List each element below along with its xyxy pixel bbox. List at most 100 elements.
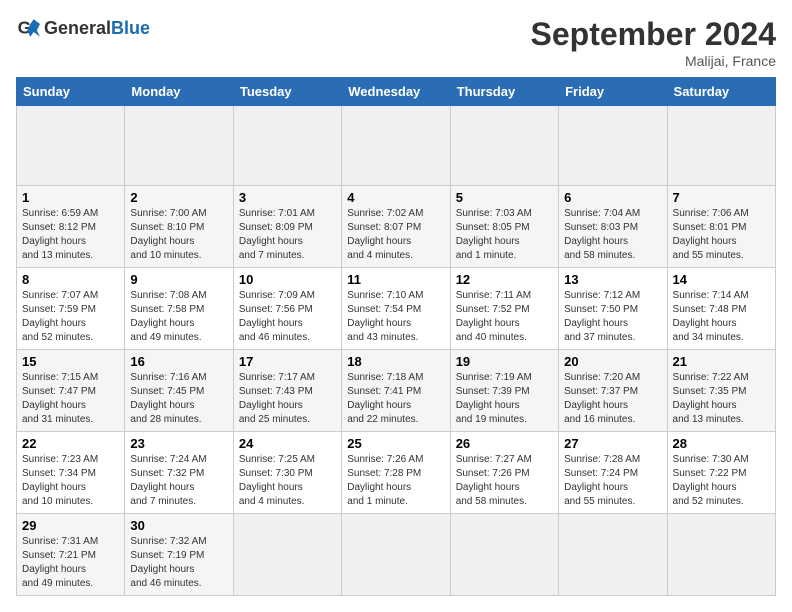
day-info: Sunrise: 7:30 AMSunset: 7:22 PMDaylight … [673, 453, 770, 509]
day-info: Sunrise: 7:26 AMSunset: 7:28 PMDaylight … [347, 453, 444, 509]
day-number: 10 [239, 272, 336, 287]
title-area: September 2024 Malijai, France [531, 16, 776, 69]
day-number: 15 [22, 354, 119, 369]
calendar-week-row: 8 Sunrise: 7:07 AMSunset: 7:59 PMDaylight… [17, 268, 776, 350]
day-number: 29 [22, 518, 119, 533]
day-info: Sunrise: 7:07 AMSunset: 7:59 PMDaylight … [22, 289, 119, 345]
month-title: September 2024 [531, 16, 776, 53]
day-number: 7 [673, 190, 770, 205]
day-info: Sunrise: 7:03 AMSunset: 8:05 PMDaylight … [456, 207, 553, 263]
day-info: Sunrise: 7:09 AMSunset: 7:56 PMDaylight … [239, 289, 336, 345]
day-number: 25 [347, 436, 444, 451]
calendar-cell: 21 Sunrise: 7:22 AMSunset: 7:35 PMDayligh… [667, 350, 775, 432]
calendar-cell [233, 514, 341, 596]
calendar-week-row: 15Sunrise: 7:15 AMSunset: 7:47 PMDayligh… [17, 350, 776, 432]
calendar-week-row: 1Sunrise: 6:59 AMSunset: 8:12 PMDaylight… [17, 186, 776, 268]
calendar-cell [559, 106, 667, 186]
day-info: Sunrise: 7:32 AMSunset: 7:19 PMDaylight … [130, 535, 227, 591]
day-info: Sunrise: 7:28 AMSunset: 7:24 PMDaylight … [564, 453, 661, 509]
calendar-cell: 16 Sunrise: 7:16 AMSunset: 7:45 PMDayligh… [125, 350, 233, 432]
calendar-cell [667, 514, 775, 596]
calendar-cell: 2Sunrise: 7:00 AMSunset: 8:10 PMDaylight… [125, 186, 233, 268]
day-info: Sunrise: 7:02 AMSunset: 8:07 PMDaylight … [347, 207, 444, 263]
calendar-week-row: 29 Sunrise: 7:31 AMSunset: 7:21 PMDayligh… [17, 514, 776, 596]
calendar-table: SundayMondayTuesdayWednesdayThursdayFrid… [16, 77, 776, 596]
day-number: 24 [239, 436, 336, 451]
day-number: 19 [456, 354, 553, 369]
day-info: Sunrise: 6:59 AMSunset: 8:12 PMDaylight … [22, 207, 119, 263]
calendar-cell: 4 Sunrise: 7:02 AMSunset: 8:07 PMDaylight… [342, 186, 450, 268]
calendar-cell: 8 Sunrise: 7:07 AMSunset: 7:59 PMDaylight… [17, 268, 125, 350]
calendar-cell: 14 Sunrise: 7:14 AMSunset: 7:48 PMDayligh… [667, 268, 775, 350]
day-number: 16 [130, 354, 227, 369]
weekday-header: Thursday [450, 78, 558, 106]
calendar-cell [342, 514, 450, 596]
calendar-cell: 1Sunrise: 6:59 AMSunset: 8:12 PMDaylight… [17, 186, 125, 268]
day-number: 4 [347, 190, 444, 205]
calendar-cell: 18Sunrise: 7:18 AMSunset: 7:41 PMDayligh… [342, 350, 450, 432]
calendar-cell: 15Sunrise: 7:15 AMSunset: 7:47 PMDayligh… [17, 350, 125, 432]
logo-icon: G [16, 16, 40, 40]
day-number: 3 [239, 190, 336, 205]
day-info: Sunrise: 7:01 AMSunset: 8:09 PMDaylight … [239, 207, 336, 263]
day-info: Sunrise: 7:22 AMSunset: 7:35 PMDaylight … [673, 371, 770, 427]
calendar-cell: 25 Sunrise: 7:26 AMSunset: 7:28 PMDayligh… [342, 432, 450, 514]
weekday-header: Saturday [667, 78, 775, 106]
day-number: 30 [130, 518, 227, 533]
day-number: 17 [239, 354, 336, 369]
day-info: Sunrise: 7:23 AMSunset: 7:34 PMDaylight … [22, 453, 119, 509]
calendar-cell: 12 Sunrise: 7:11 AMSunset: 7:52 PMDayligh… [450, 268, 558, 350]
day-number: 28 [673, 436, 770, 451]
calendar-cell: 30 Sunrise: 7:32 AMSunset: 7:19 PMDayligh… [125, 514, 233, 596]
logo-general-text: GeneralBlue [44, 18, 150, 39]
calendar-week-row: 22 Sunrise: 7:23 AMSunset: 7:34 PMDayligh… [17, 432, 776, 514]
calendar-cell [125, 106, 233, 186]
logo: G GeneralBlue [16, 16, 150, 40]
day-info: Sunrise: 7:06 AMSunset: 8:01 PMDaylight … [673, 207, 770, 263]
calendar-cell: 9 Sunrise: 7:08 AMSunset: 7:58 PMDaylight… [125, 268, 233, 350]
day-info: Sunrise: 7:20 AMSunset: 7:37 PMDaylight … [564, 371, 661, 427]
day-info: Sunrise: 7:24 AMSunset: 7:32 PMDaylight … [130, 453, 227, 509]
calendar-cell: 26 Sunrise: 7:27 AMSunset: 7:26 PMDayligh… [450, 432, 558, 514]
day-number: 13 [564, 272, 661, 287]
day-info: Sunrise: 7:27 AMSunset: 7:26 PMDaylight … [456, 453, 553, 509]
calendar-cell: 27Sunrise: 7:28 AMSunset: 7:24 PMDayligh… [559, 432, 667, 514]
weekday-header: Sunday [17, 78, 125, 106]
day-info: Sunrise: 7:16 AMSunset: 7:45 PMDaylight … [130, 371, 227, 427]
day-info: Sunrise: 7:11 AMSunset: 7:52 PMDaylight … [456, 289, 553, 345]
day-number: 12 [456, 272, 553, 287]
location: Malijai, France [531, 53, 776, 69]
day-number: 22 [22, 436, 119, 451]
day-number: 14 [673, 272, 770, 287]
calendar-cell [450, 514, 558, 596]
calendar-cell: 28 Sunrise: 7:30 AMSunset: 7:22 PMDayligh… [667, 432, 775, 514]
day-info: Sunrise: 7:12 AMSunset: 7:50 PMDaylight … [564, 289, 661, 345]
day-info: Sunrise: 7:18 AMSunset: 7:41 PMDaylight … [347, 371, 444, 427]
calendar-cell [559, 514, 667, 596]
calendar-cell [342, 106, 450, 186]
calendar-cell [667, 106, 775, 186]
calendar-cell: 20Sunrise: 7:20 AMSunset: 7:37 PMDayligh… [559, 350, 667, 432]
day-number: 9 [130, 272, 227, 287]
page-header: G GeneralBlue September 2024 Malijai, Fr… [16, 16, 776, 69]
day-number: 23 [130, 436, 227, 451]
calendar-cell [450, 106, 558, 186]
day-number: 26 [456, 436, 553, 451]
day-info: Sunrise: 7:14 AMSunset: 7:48 PMDaylight … [673, 289, 770, 345]
calendar-header-row: SundayMondayTuesdayWednesdayThursdayFrid… [17, 78, 776, 106]
day-number: 8 [22, 272, 119, 287]
day-info: Sunrise: 7:04 AMSunset: 8:03 PMDaylight … [564, 207, 661, 263]
day-number: 21 [673, 354, 770, 369]
calendar-cell: 19Sunrise: 7:19 AMSunset: 7:39 PMDayligh… [450, 350, 558, 432]
weekday-header: Friday [559, 78, 667, 106]
weekday-header: Wednesday [342, 78, 450, 106]
day-info: Sunrise: 7:08 AMSunset: 7:58 PMDaylight … [130, 289, 227, 345]
calendar-cell [17, 106, 125, 186]
day-info: Sunrise: 7:25 AMSunset: 7:30 PMDaylight … [239, 453, 336, 509]
calendar-cell: 23 Sunrise: 7:24 AMSunset: 7:32 PMDayligh… [125, 432, 233, 514]
calendar-cell: 22 Sunrise: 7:23 AMSunset: 7:34 PMDayligh… [17, 432, 125, 514]
calendar-week-row [17, 106, 776, 186]
day-number: 11 [347, 272, 444, 287]
day-info: Sunrise: 7:31 AMSunset: 7:21 PMDaylight … [22, 535, 119, 591]
calendar-cell: 17Sunrise: 7:17 AMSunset: 7:43 PMDayligh… [233, 350, 341, 432]
